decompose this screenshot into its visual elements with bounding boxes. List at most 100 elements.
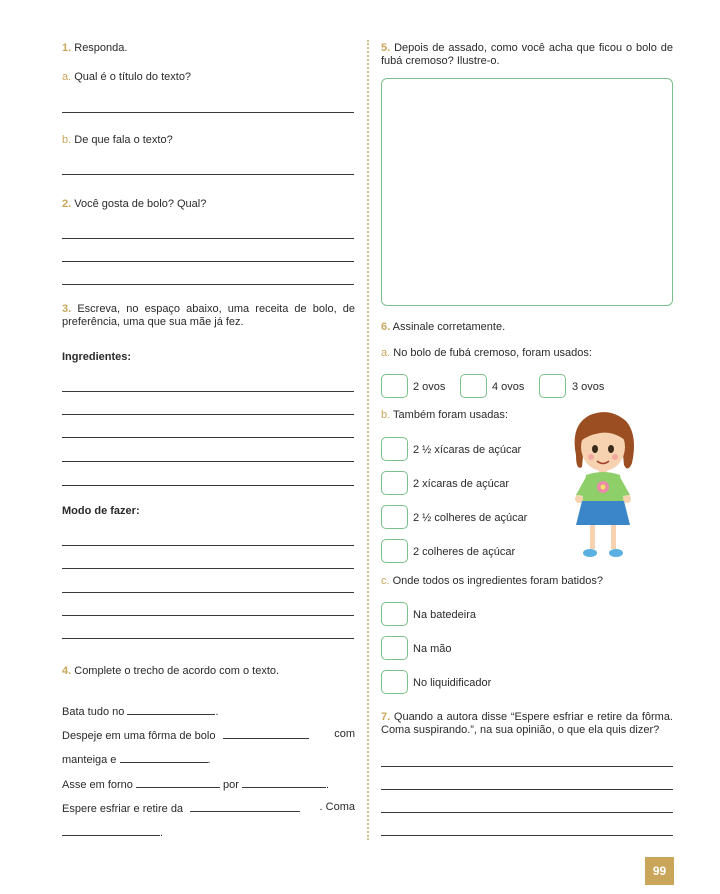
q2-heading: 2. Você gosta de bolo? Qual?: [62, 198, 206, 210]
q7-heading: 7. Quando a autora disse “Espere esfriar…: [381, 711, 673, 737]
answer-line[interactable]: [62, 261, 354, 262]
answer-line[interactable]: [62, 485, 354, 486]
answer-line[interactable]: [381, 835, 673, 836]
method-label: Modo de fazer:: [62, 505, 140, 517]
ingredients-label: Ingredientes:: [62, 351, 132, 363]
q6-heading: 6. Assinale corretamente.: [381, 321, 505, 333]
answer-line[interactable]: [62, 414, 354, 415]
q4-text-part: .: [207, 754, 211, 766]
answer-line[interactable]: [381, 812, 673, 813]
option-label: Na batedeira: [413, 609, 476, 621]
fill-blank[interactable]: [242, 777, 327, 788]
q4-text-part: por: [223, 779, 239, 791]
option-label: 2 colheres de açúcar: [413, 546, 516, 558]
q1a-letter: a.: [62, 71, 72, 83]
q4-text: Complete o trecho de acordo com o texto.: [74, 665, 280, 677]
answer-line[interactable]: [62, 238, 354, 239]
checkbox[interactable]: [381, 437, 408, 461]
option-label: 2 xícaras de açúcar: [413, 478, 509, 490]
q5-text: Depois de assado, como você acha que fic…: [381, 42, 673, 67]
q6b-text: Também foram usadas:: [393, 409, 508, 421]
answer-line[interactable]: [62, 461, 354, 462]
q7-text: Quando a autora disse “Espere esfriar e …: [381, 711, 673, 736]
q3-text: Escreva, no espaço abaixo, uma receita d…: [62, 303, 355, 328]
q4-text-part: Bata tudo no: [62, 706, 125, 718]
fill-blank[interactable]: [127, 704, 216, 715]
q1-text: Responda.: [74, 42, 128, 54]
q5-heading: 5. Depois de assado, como você acha que …: [381, 42, 673, 68]
answer-line[interactable]: [62, 592, 354, 593]
q6c-text: Onde todos os ingredientes foram batidos…: [392, 575, 603, 587]
checkbox[interactable]: [381, 471, 408, 495]
fill-blank[interactable]: [119, 752, 208, 763]
answer-line[interactable]: [62, 391, 354, 392]
answer-line[interactable]: [62, 568, 354, 569]
q6-number: 6.: [381, 321, 391, 333]
checkbox[interactable]: [381, 670, 408, 694]
fill-blank[interactable]: [222, 728, 309, 739]
q4-text-part: com: [334, 728, 355, 740]
answer-line[interactable]: [381, 766, 673, 767]
q6c-prompt: c. Onde todos os ingredientes foram bati…: [381, 575, 603, 587]
answer-line[interactable]: [62, 112, 354, 113]
column-divider: [367, 40, 369, 840]
drawing-area[interactable]: [381, 78, 673, 306]
q4-text-part: .: [160, 827, 164, 839]
checkbox[interactable]: [381, 539, 408, 563]
answer-line[interactable]: [62, 545, 354, 546]
q4-line6: .: [62, 825, 163, 839]
q1b-text: De que fala o texto?: [74, 134, 173, 146]
answer-line[interactable]: [62, 638, 354, 639]
q6-text: Assinale corretamente.: [392, 321, 506, 333]
option-label: 3 ovos: [572, 381, 605, 393]
q1b-letter: b.: [62, 134, 72, 146]
q4-text-part: manteiga e: [62, 754, 117, 766]
q6b-letter: b.: [381, 409, 391, 421]
q4-text-part: . Coma: [319, 801, 355, 813]
option-label: Na mão: [413, 643, 452, 655]
q4-line2: Despeje em uma fôrma de bolo com: [62, 728, 355, 742]
option-label: 2 ½ colheres de açúcar: [413, 512, 528, 524]
fill-blank[interactable]: [62, 825, 160, 836]
q7-number: 7.: [381, 711, 391, 723]
answer-line[interactable]: [62, 615, 354, 616]
option-label: No liquidificador: [413, 677, 492, 689]
q1-number: 1.: [62, 42, 72, 54]
q6b-prompt: b. Também foram usadas:: [381, 409, 508, 421]
q4-line1: Bata tudo no .: [62, 704, 219, 718]
q3-number: 3.: [62, 303, 72, 315]
q6a-letter: a.: [381, 347, 391, 359]
q4-heading: 4. Complete o trecho de acordo com o tex…: [62, 665, 279, 677]
q4-line3: manteiga e .: [62, 752, 211, 766]
checkbox[interactable]: [381, 602, 408, 626]
checkbox[interactable]: [539, 374, 566, 398]
fill-blank[interactable]: [190, 801, 301, 812]
q4-text-part: Espere esfriar e retire da: [62, 803, 184, 815]
q3-heading: 3. Escreva, no espaço abaixo, uma receit…: [62, 303, 355, 329]
q4-text-part: Despeje em uma fôrma de bolo: [62, 730, 216, 742]
answer-line[interactable]: [62, 174, 354, 175]
q6a-text: No bolo de fubá cremoso, foram usados:: [393, 347, 592, 359]
fill-blank[interactable]: [135, 777, 220, 788]
q2-text: Você gosta de bolo? Qual?: [74, 198, 207, 210]
checkbox[interactable]: [381, 505, 408, 529]
q2-number: 2.: [62, 198, 72, 210]
option-label: 4 ovos: [492, 381, 525, 393]
q4-number: 4.: [62, 665, 72, 677]
q1-heading: 1. Responda.: [62, 42, 127, 54]
girl-illustration: [574, 412, 634, 557]
q4-text-part: .: [326, 779, 330, 791]
q4-text-part: .: [215, 706, 219, 718]
q1a-prompt: a. Qual é o título do texto?: [62, 71, 191, 83]
answer-line[interactable]: [62, 284, 354, 285]
checkbox[interactable]: [381, 374, 408, 398]
checkbox[interactable]: [381, 636, 408, 660]
q5-number: 5.: [381, 42, 391, 54]
checkbox[interactable]: [460, 374, 487, 398]
option-label: 2 ½ xícaras de açúcar: [413, 444, 522, 456]
q4-line5: Espere esfriar e retire da . Coma: [62, 801, 355, 815]
answer-line[interactable]: [381, 789, 673, 790]
q1b-prompt: b. De que fala o texto?: [62, 134, 173, 146]
answer-line[interactable]: [62, 437, 354, 438]
q1a-text: Qual é o título do texto?: [74, 71, 192, 83]
